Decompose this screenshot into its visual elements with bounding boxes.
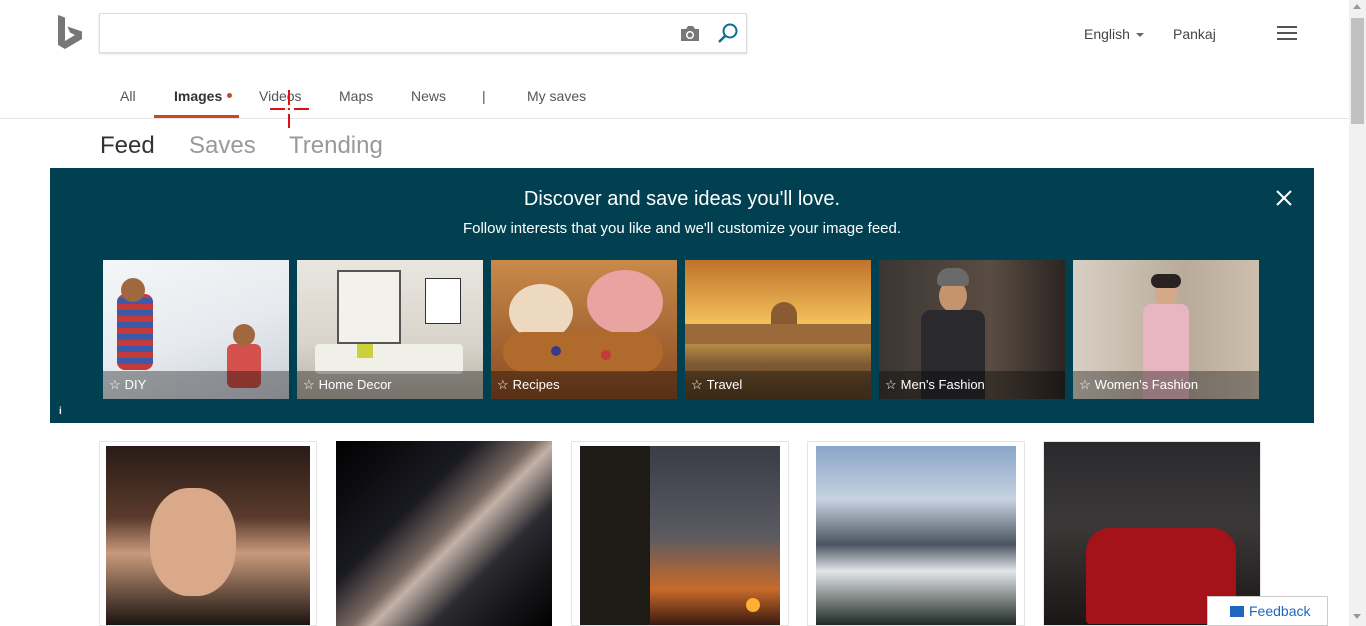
interests-banner: Discover and save ideas you'll love. Fol… [50,168,1314,423]
interest-tile-home-decor[interactable]: ☆ Home Decor [297,260,483,399]
scroll-down-icon[interactable] [1353,614,1361,619]
star-icon: ☆ [1079,377,1091,392]
feedback-button[interactable]: Feedback [1207,596,1328,626]
feed-image-card[interactable] [571,441,789,626]
star-icon: ☆ [497,377,509,392]
scope-maps[interactable]: Maps [339,88,373,104]
star-icon: ☆ [885,377,897,392]
bing-logo[interactable] [56,15,86,53]
user-name[interactable]: Pankaj [1173,26,1216,42]
star-icon: ☆ [109,377,121,392]
feedback-label: Feedback [1249,603,1311,619]
feed-image-card[interactable] [99,441,317,626]
scroll-up-icon[interactable] [1353,4,1361,9]
star-icon: ☆ [303,377,315,392]
crosshair-cursor-icon [270,90,309,128]
active-scope-underline [154,115,239,118]
star-icon: ☆ [691,377,703,392]
search-icon[interactable] [716,22,740,46]
hamburger-menu-icon[interactable] [1277,26,1297,41]
feed-image [580,446,780,625]
interest-tile-diy[interactable]: ☆ DIY [103,260,289,399]
camera-icon[interactable] [679,25,701,43]
info-icon[interactable]: i [59,406,62,417]
interest-tile-travel[interactable]: ☆ Travel [685,260,871,399]
tile-label: Women's Fashion [1094,377,1199,392]
close-icon[interactable] [1274,188,1294,208]
feed-image-card[interactable] [807,441,1025,626]
feedback-icon [1230,606,1244,617]
tile-label: Recipes [512,377,560,392]
banner-title: Discover and save ideas you'll love. [523,188,841,210]
scope-bar: All Images Videos Maps News | My saves [0,78,1350,119]
feed-image-card[interactable] [335,441,553,626]
scrollbar[interactable] [1349,0,1366,626]
feed-image [816,446,1016,625]
interest-tile-recipes[interactable]: ☆ Recipes [491,260,677,399]
language-label: English [1084,26,1130,42]
tile-label: Home Decor [318,377,392,392]
tab-trending[interactable]: Trending [289,132,383,160]
notification-dot [227,93,232,98]
scope-all[interactable]: All [120,88,136,104]
search-input[interactable] [108,20,667,48]
tab-feed[interactable]: Feed [100,132,155,160]
banner-subtitle: Follow interests that you like and we'll… [462,220,902,237]
scope-news[interactable]: News [411,88,446,104]
tile-label: DIY [124,377,147,392]
scope-images[interactable]: Images [174,88,222,104]
feed-image [336,441,552,626]
tab-saves[interactable]: Saves [189,132,256,160]
scroll-thumb[interactable] [1351,18,1364,124]
language-selector[interactable]: English [1084,26,1144,42]
tile-label: Men's Fashion [900,377,985,392]
feed-image [106,446,310,625]
tile-label: Travel [706,377,743,392]
caret-down-icon [1135,33,1144,38]
scope-divider: | [482,88,486,104]
interest-tile-mens-fashion[interactable]: ☆ Men's Fashion [879,260,1065,399]
interest-tile-womens-fashion[interactable]: ☆ Women's Fashion [1073,260,1259,399]
scope-my-saves[interactable]: My saves [527,88,586,104]
search-box [99,13,747,53]
